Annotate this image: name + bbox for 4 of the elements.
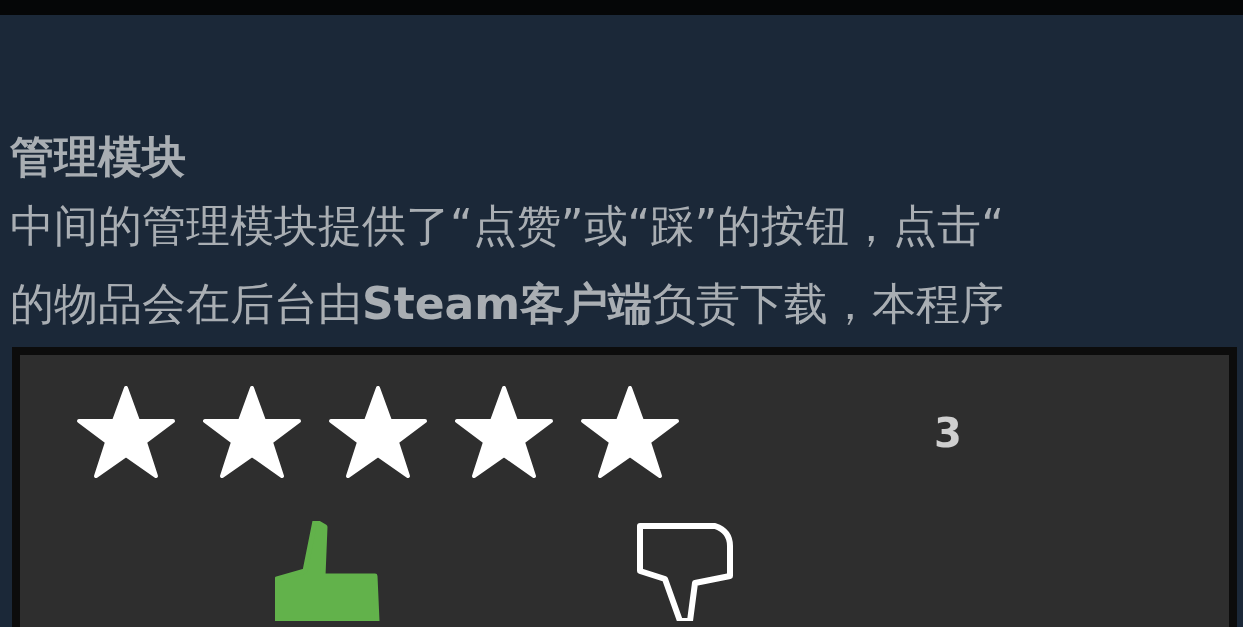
paragraph-line: 的物品会在后台由Steam客户端负责下载，本程序: [10, 277, 1006, 331]
paragraph-line: 中间的管理模块提供了“点赞”或“踩”的按钮，点击“: [10, 199, 1005, 253]
rating-count: 3: [934, 410, 962, 456]
section-heading: 管理模块: [10, 130, 187, 184]
